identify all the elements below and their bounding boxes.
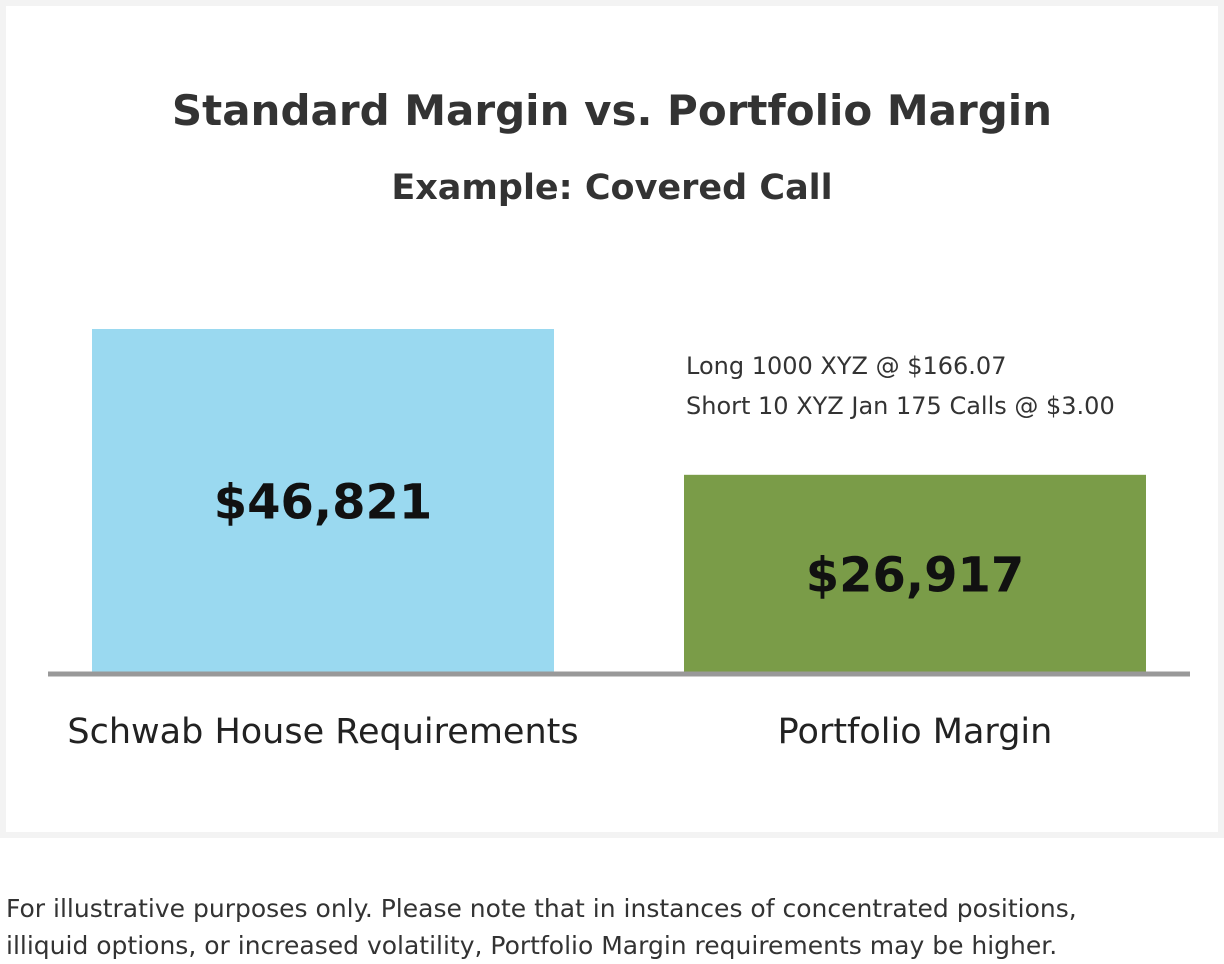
- value-label-portfolio-margin: $26,917: [806, 547, 1025, 603]
- footnote-line-2: illiquid options, or increased volatilit…: [6, 931, 1058, 960]
- position-annotation-long: Long 1000 XYZ @ $166.07: [686, 352, 1007, 380]
- footnote-line-1: For illustrative purposes only. Please n…: [6, 894, 1077, 923]
- position-annotation-short: Short 10 XYZ Jan 175 Calls @ $3.00: [686, 392, 1115, 420]
- category-label-schwab-house-requirements: Schwab House Requirements: [67, 712, 578, 752]
- footnote: For illustrative purposes only. Please n…: [6, 890, 1216, 964]
- value-label-schwab-house-requirements: $46,821: [214, 475, 433, 531]
- category-label-portfolio-margin: Portfolio Margin: [778, 712, 1053, 752]
